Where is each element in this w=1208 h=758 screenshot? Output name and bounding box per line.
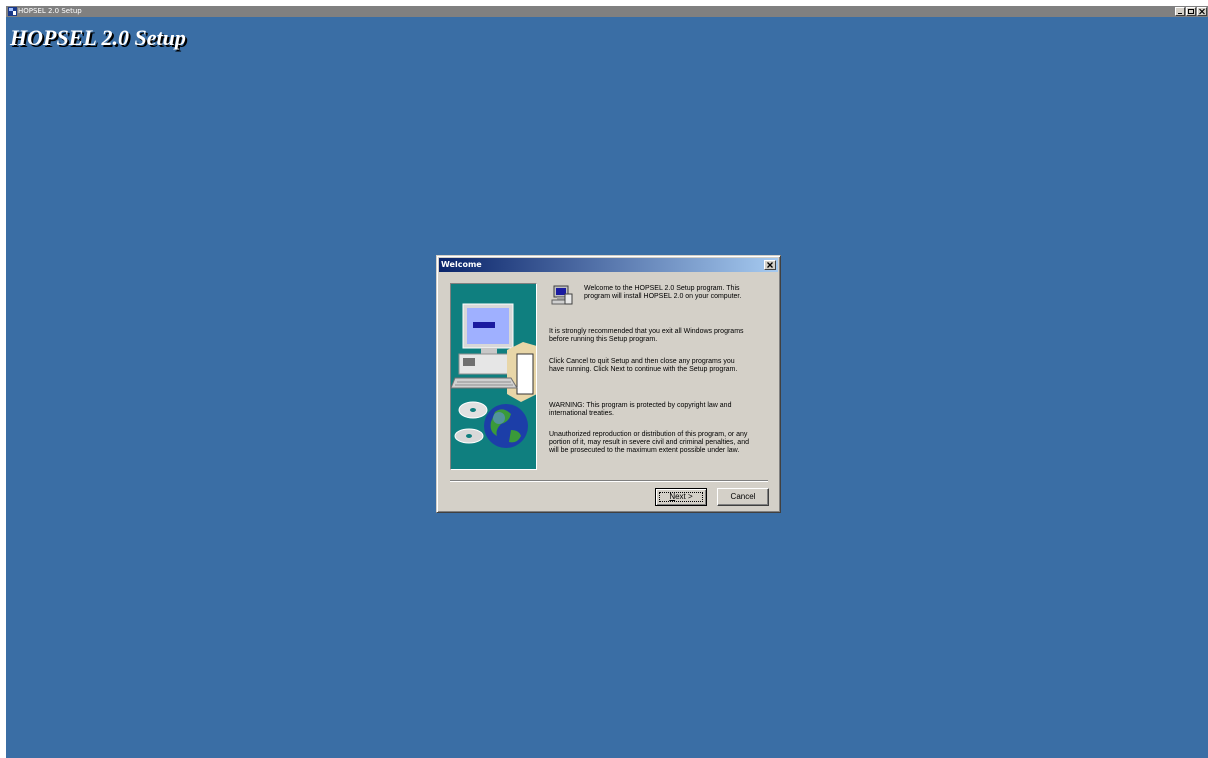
close-button[interactable] xyxy=(1197,7,1207,16)
next-button[interactable]: Next > xyxy=(655,488,707,506)
setup-app-icon xyxy=(8,7,17,16)
setup-illustration-panel xyxy=(450,283,537,470)
dialog-title-bar: Welcome xyxy=(439,258,778,272)
welcome-text: Welcome to the HOPSEL 2.0 Setup program.… xyxy=(584,285,742,300)
window-controls xyxy=(1175,6,1208,17)
close-icon xyxy=(1199,8,1205,15)
cancel-button[interactable]: Cancel xyxy=(717,488,769,506)
setup-computer-icon xyxy=(551,285,573,305)
banner-title: HOPSEL 2.0 Setup xyxy=(10,25,186,50)
cancel-instructions-text: Click Cancel to quit Setup and then clos… xyxy=(549,358,738,373)
unauthorized-text: Unauthorized reproduction or distributio… xyxy=(549,431,749,454)
minimize-icon xyxy=(1178,13,1182,14)
welcome-dialog: Welcome Welcome to the HOPSEL 2.0 Setup … xyxy=(436,255,781,513)
dialog-title: Welcome xyxy=(441,260,482,269)
dialog-separator xyxy=(450,480,768,482)
dialog-close-button[interactable] xyxy=(764,260,776,270)
close-icon xyxy=(767,262,773,268)
maximize-button[interactable] xyxy=(1186,7,1196,16)
maximize-icon xyxy=(1188,9,1194,14)
minimize-button[interactable] xyxy=(1175,7,1185,16)
recommend-text: It is strongly recommended that you exit… xyxy=(549,328,744,343)
window-title: HOPSEL 2.0 Setup xyxy=(18,7,82,15)
title-bar: HOPSEL 2.0 Setup xyxy=(6,6,1208,17)
next-button-label: Next > xyxy=(669,492,693,501)
warning-text: WARNING: This program is protected by co… xyxy=(549,402,732,417)
computer-illustration-icon xyxy=(451,303,536,448)
